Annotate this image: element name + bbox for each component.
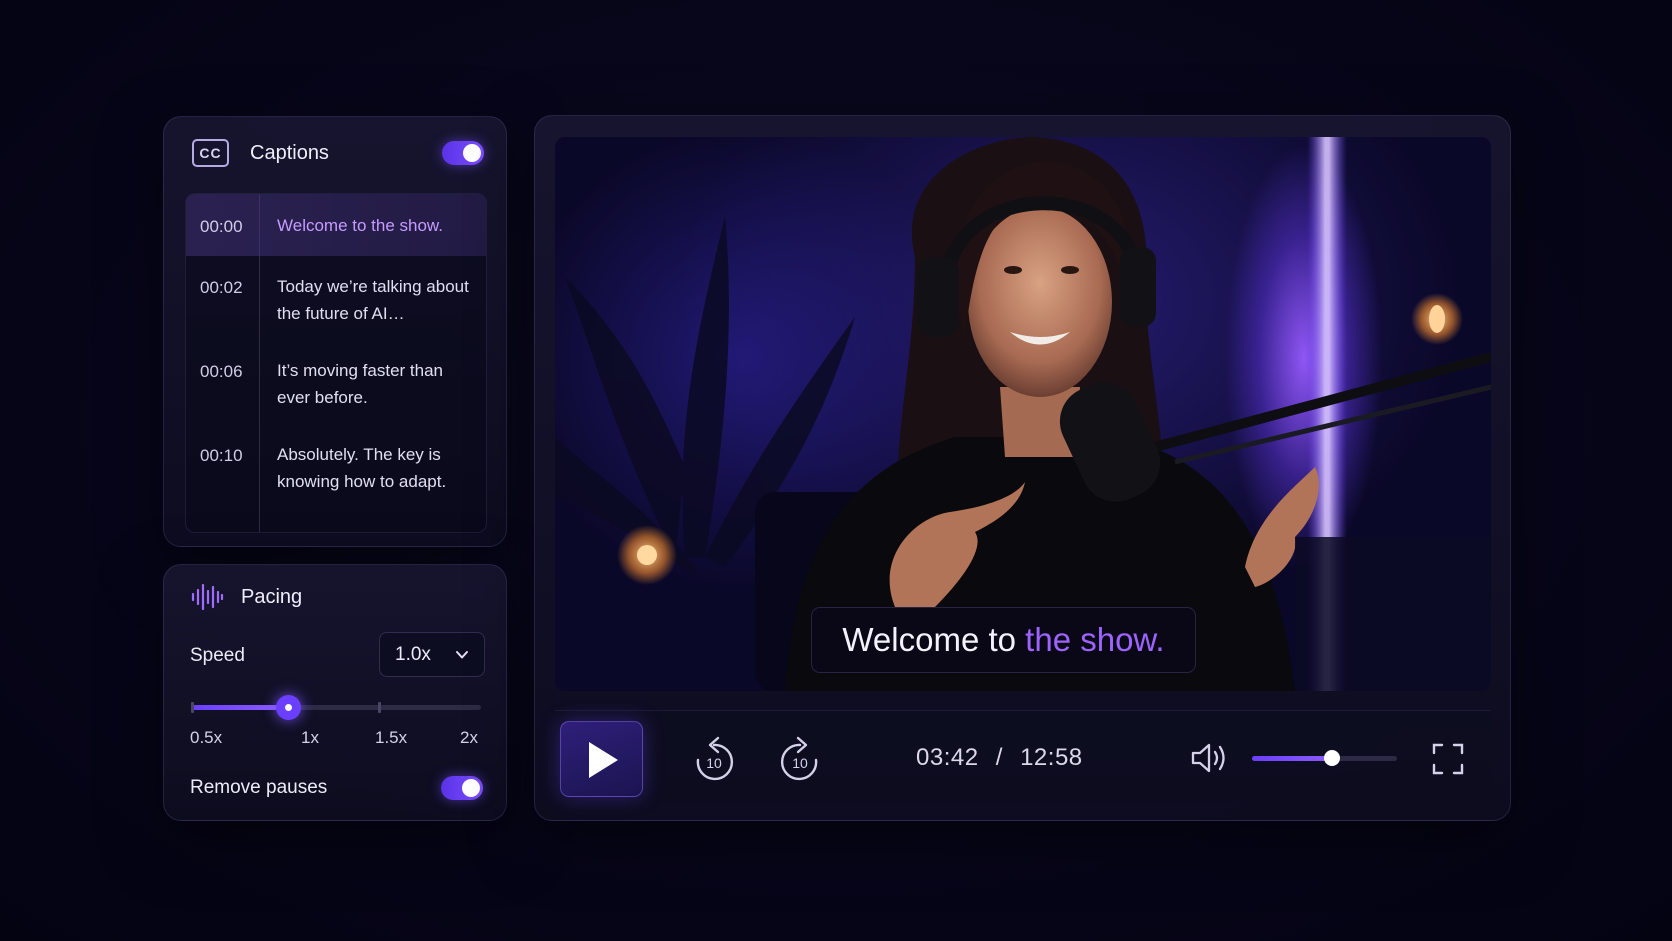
speed-label: Speed <box>190 645 245 666</box>
video-frame[interactable]: Welcome to the show. <box>555 137 1491 691</box>
speed-slider-fill <box>191 705 288 710</box>
play-button[interactable] <box>560 721 643 797</box>
remove-pauses-toggle[interactable] <box>441 776 483 800</box>
caption-text: Welcome to <box>842 621 1016 658</box>
fullscreen-icon[interactable] <box>1432 743 1464 775</box>
waveform-icon <box>191 583 224 611</box>
speed-select[interactable]: 1.0x <box>379 632 485 677</box>
speed-tick <box>191 702 194 713</box>
captions-toggle[interactable] <box>442 141 484 165</box>
skip-back-icon[interactable]: 10 <box>692 735 736 783</box>
volume-icon[interactable] <box>1190 741 1230 775</box>
speed-tick-label: 0.5x <box>190 728 223 747</box>
transcript-row-0[interactable]: 00:00 Welcome to the show. <box>186 194 486 256</box>
volume-slider-fill <box>1252 756 1332 761</box>
skip-back-label: 10 <box>706 755 722 771</box>
toggle-knob <box>463 144 481 162</box>
speed-tick-label: 2x <box>460 728 478 747</box>
video-caption-overlay: Welcome to the show. <box>811 607 1196 673</box>
speed-tick-label: 1.5x <box>375 728 408 747</box>
transcript-row-1[interactable]: 00:02 Today we’re talking about the futu… <box>186 256 486 336</box>
transcript-timestamp: 00:02 <box>200 278 243 297</box>
speed-slider-track[interactable] <box>191 695 481 720</box>
pacing-panel: Pacing Speed 1.0x 0.5x 1x 1.5x 2x Remove… <box>163 564 507 821</box>
captions-title: Captions <box>250 141 329 164</box>
caption-highlight-text: the show. <box>1025 621 1165 658</box>
total-time: 12:58 <box>1020 744 1083 771</box>
speed-tick <box>378 702 381 713</box>
speed-slider-handle[interactable] <box>275 695 301 720</box>
transcript-timestamp: 00:00 <box>200 217 243 236</box>
transcript-row-3[interactable]: 00:10 Absolutely. The key is knowing how… <box>186 424 486 510</box>
speed-tick-label: 1x <box>301 728 319 747</box>
transcript-timestamp: 00:06 <box>200 362 243 381</box>
play-icon <box>589 742 618 778</box>
transcript-list: 00:00 Welcome to the show. 00:02 Today w… <box>185 193 487 533</box>
closed-captions-icon: CC <box>192 139 229 167</box>
captions-header: CC Captions <box>192 139 329 167</box>
transcript-text: Today we’re talking about the future of … <box>277 277 469 323</box>
transcript-text: Welcome to the show. <box>277 216 443 235</box>
transcript-timestamp: 00:10 <box>200 446 243 465</box>
pacing-title: Pacing <box>241 585 303 608</box>
captions-panel: CC Captions 00:00 Welcome to the show. 0… <box>163 116 507 547</box>
volume-slider-track[interactable] <box>1252 750 1397 766</box>
speed-select-value: 1.0x <box>395 644 431 665</box>
skip-forward-icon[interactable]: 10 <box>778 735 822 783</box>
pacing-header: Pacing <box>190 582 302 612</box>
time-display: 03:42 / 12:58 <box>916 744 1083 772</box>
remove-pauses-label: Remove pauses <box>190 777 328 798</box>
skip-forward-label: 10 <box>792 755 808 771</box>
chevron-down-icon <box>456 651 468 659</box>
volume-slider-handle[interactable] <box>1323 750 1340 766</box>
video-player: Welcome to the show. 10 10 03:42 / 12:58 <box>534 115 1511 821</box>
current-time: 03:42 <box>916 744 979 771</box>
player-controls: 10 10 03:42 / 12:58 <box>555 710 1491 802</box>
transcript-text: It’s moving faster than ever before. <box>277 361 443 407</box>
toggle-knob <box>462 779 480 797</box>
transcript-text: Absolutely. The key is knowing how to ad… <box>277 445 447 491</box>
time-separator: / <box>995 744 1003 771</box>
transcript-row-2[interactable]: 00:06 It’s moving faster than ever befor… <box>186 340 486 420</box>
